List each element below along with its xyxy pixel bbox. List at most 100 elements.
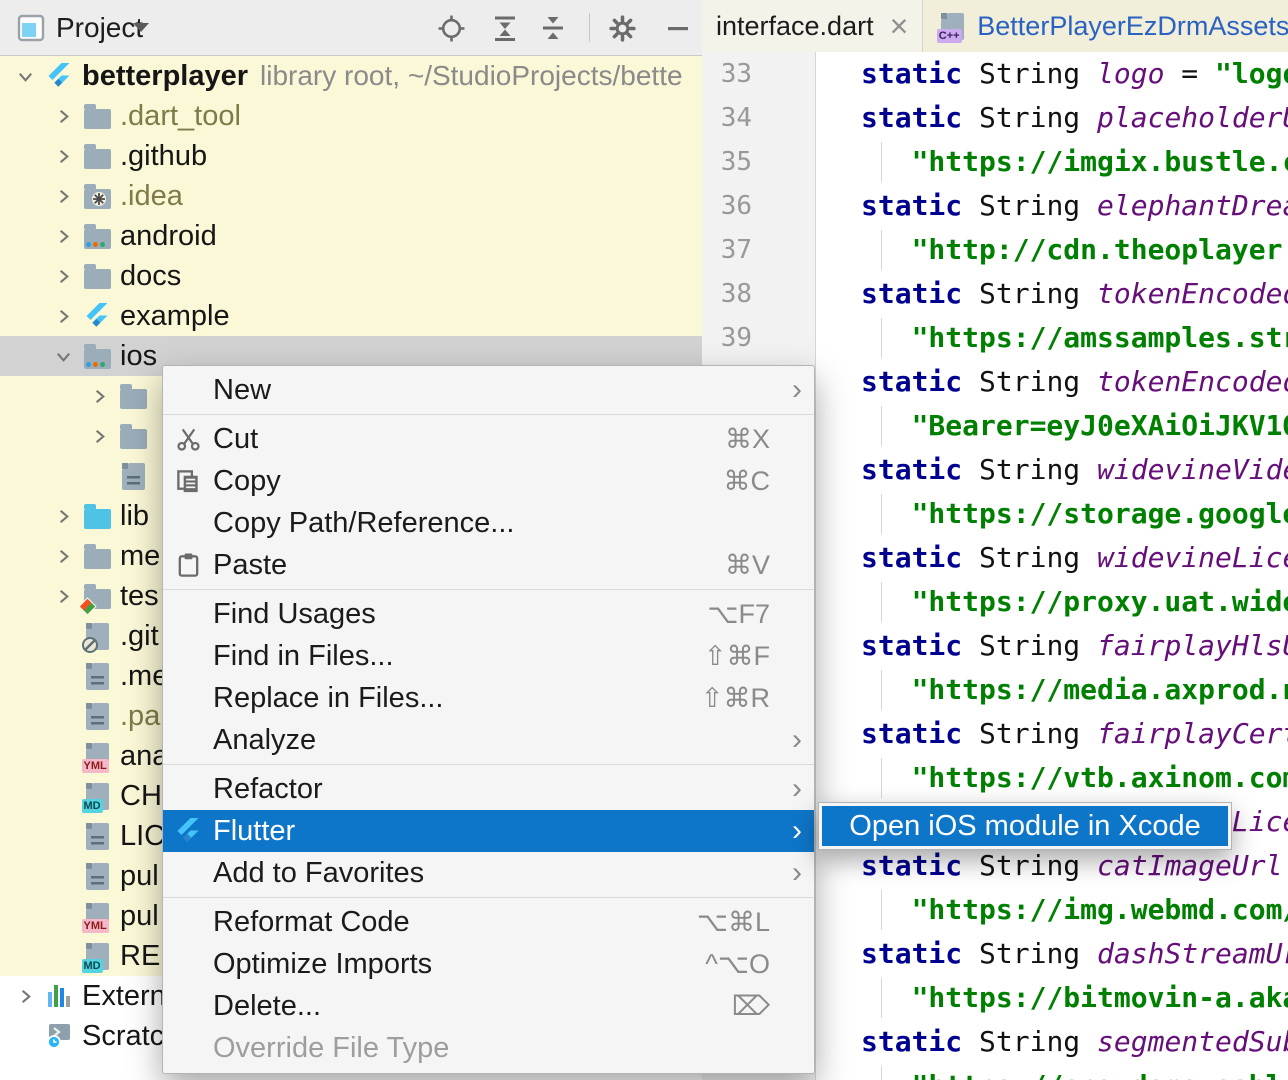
code-line: static String fairplayHlsUrl	[816, 624, 1288, 668]
menu-item-label: Find in Files...	[213, 640, 394, 673]
code-line: "https://media.axprod.ne	[816, 668, 1288, 712]
tree-item-label: RE	[120, 940, 160, 973]
scratch-icon	[42, 1023, 76, 1049]
chevron-right-icon[interactable]	[46, 147, 80, 166]
menu-item-replace-in-files[interactable]: Replace in Files...⇧⌘R	[163, 677, 814, 719]
editor-tab-bar: interface.dart× C++ BetterPlayerEzDrmAsset…	[702, 0, 1288, 53]
code-line: static String widevineVideoU	[816, 448, 1288, 492]
chevron-down-icon[interactable]	[8, 67, 42, 86]
code-line: "https://proxy.uat.widev	[816, 580, 1288, 624]
file-cpp-icon: C++	[937, 13, 967, 40]
flutter-submenu: Open iOS module in Xcode	[818, 802, 1232, 850]
menu-item-label: Paste	[213, 549, 287, 582]
close-icon[interactable]: ×	[890, 12, 909, 40]
tree-item-.dart_tool[interactable]: .dart_tool	[0, 96, 702, 136]
menu-item-find-in-files[interactable]: Find in Files...⇧⌘F	[163, 635, 814, 677]
menu-separator	[163, 411, 814, 418]
submenu-arrow-icon: ›	[778, 858, 802, 888]
tree-item-android[interactable]: android	[0, 216, 702, 256]
collapse-all-icon[interactable]	[538, 13, 568, 43]
menu-item-new[interactable]: New›	[163, 369, 814, 411]
folder-module-icon	[80, 224, 114, 249]
menu-item-analyze[interactable]: Analyze›	[163, 719, 814, 761]
menu-item-delete[interactable]: Delete...⌦	[163, 985, 814, 1027]
hide-panel-icon[interactable]	[663, 13, 693, 43]
code-line: "https://img.webmd.com/c	[816, 888, 1288, 932]
select-opened-file-icon[interactable]	[436, 13, 466, 43]
tree-item-label: lib	[120, 500, 149, 533]
menu-item-label: Reformat Code	[213, 906, 410, 939]
line-number[interactable]: 39	[702, 323, 752, 353]
menu-item-override-file-type: Override File Type	[163, 1027, 814, 1069]
tree-item-example[interactable]: example	[0, 296, 702, 336]
tree-item-.github[interactable]: .github	[0, 136, 702, 176]
code-line: static String segmentedSubti	[816, 1020, 1288, 1064]
line-number[interactable]: 37	[702, 235, 752, 265]
line-number[interactable]: 35	[702, 147, 752, 177]
menu-item-copy[interactable]: Copy ⌘C	[163, 460, 814, 502]
project-tool-window-icon[interactable]	[16, 13, 46, 43]
chevron-right-icon[interactable]	[82, 387, 116, 406]
menu-item-optimize-imports[interactable]: Optimize Imports^⌥O	[163, 943, 814, 985]
file-md-icon: MD	[80, 943, 114, 970]
menu-item-add-to-favorites[interactable]: Add to Favorites›	[163, 852, 814, 894]
tree-item-docs[interactable]: docs	[0, 256, 702, 296]
chevron-right-icon[interactable]	[8, 987, 42, 1006]
menu-shortcut: ⌘C	[724, 466, 771, 497]
line-number[interactable]: 34	[702, 103, 752, 133]
menu-item-label: Copy	[213, 465, 281, 498]
menu-item-flutter[interactable]: Flutter›	[163, 810, 814, 852]
code-line: static String logo = "logo.p	[816, 52, 1288, 96]
menu-item-find-usages[interactable]: Find Usages⌥F7	[163, 593, 814, 635]
chevron-down-icon[interactable]	[46, 347, 80, 366]
menu-item-label: Cut	[213, 423, 258, 456]
menu-item-refactor[interactable]: Refactor›	[163, 768, 814, 810]
folder-icon	[80, 144, 114, 169]
editor-tab-BetterPlayerEzDrmAssetsLoaderD[interactable]: C++ BetterPlayerEzDrmAssetsLoaderD	[923, 0, 1288, 52]
tree-item-label: tes	[120, 580, 159, 613]
chevron-right-icon[interactable]	[46, 547, 80, 566]
gear-icon[interactable]	[607, 13, 637, 43]
folder-icon	[116, 384, 150, 409]
tab-label: BetterPlayerEzDrmAssetsLoaderD	[977, 11, 1288, 42]
menu-item-cut[interactable]: Cut⌘X	[163, 418, 814, 460]
flutter-icon	[80, 303, 114, 329]
chevron-right-icon[interactable]	[46, 227, 80, 246]
editor-tab-interface.dart[interactable]: interface.dart×	[702, 0, 923, 52]
line-number[interactable]: 36	[702, 191, 752, 221]
chevron-right-icon[interactable]	[46, 107, 80, 126]
chevron-right-icon[interactable]	[82, 427, 116, 446]
project-view-dropdown-icon[interactable]	[132, 22, 150, 34]
menu-item-label: Find Usages	[213, 598, 376, 631]
tree-item-.idea[interactable]: .idea	[0, 176, 702, 216]
code-line: "https://imgix.bustle.co	[816, 140, 1288, 184]
chevron-right-icon[interactable]	[46, 507, 80, 526]
line-number[interactable]: 33	[702, 59, 752, 89]
chevron-right-icon[interactable]	[46, 187, 80, 206]
tree-item-label: Extern	[82, 980, 166, 1013]
tree-item-betterplayer[interactable]: betterplayerlibrary root, ~/StudioProjec…	[0, 56, 702, 96]
chevron-right-icon[interactable]	[46, 267, 80, 286]
submenu-arrow-icon: ›	[778, 375, 802, 405]
code-editor[interactable]: static String logo = "logo.p static Strin…	[816, 52, 1288, 1080]
menu-item-label: Flutter	[213, 815, 295, 848]
paste-icon	[163, 552, 213, 579]
folder-test-icon	[80, 584, 114, 609]
file-text-icon	[80, 703, 114, 730]
line-number[interactable]: 38	[702, 279, 752, 309]
menu-shortcut: ⌦	[732, 991, 770, 1022]
menu-shortcut: ^⌥O	[705, 949, 770, 980]
project-view-title[interactable]: Project	[56, 12, 143, 44]
project-panel-header: Project	[0, 0, 702, 56]
code-line: static String dashStreamUrl	[816, 932, 1288, 976]
menu-item-reformat-code[interactable]: Reformat Code⌥⌘L	[163, 901, 814, 943]
open-ios-module-in-xcode-item[interactable]: Open iOS module in Xcode	[822, 806, 1228, 846]
tree-item-label: docs	[120, 260, 181, 293]
menu-item-paste[interactable]: Paste⌘V	[163, 544, 814, 586]
expand-all-icon[interactable]	[490, 13, 520, 43]
menu-item-copy-path-reference[interactable]: Copy Path/Reference...	[163, 502, 814, 544]
chevron-right-icon[interactable]	[46, 587, 80, 606]
chevron-right-icon[interactable]	[46, 307, 80, 326]
tree-item-label: .idea	[120, 180, 183, 213]
folder-icon	[80, 264, 114, 289]
